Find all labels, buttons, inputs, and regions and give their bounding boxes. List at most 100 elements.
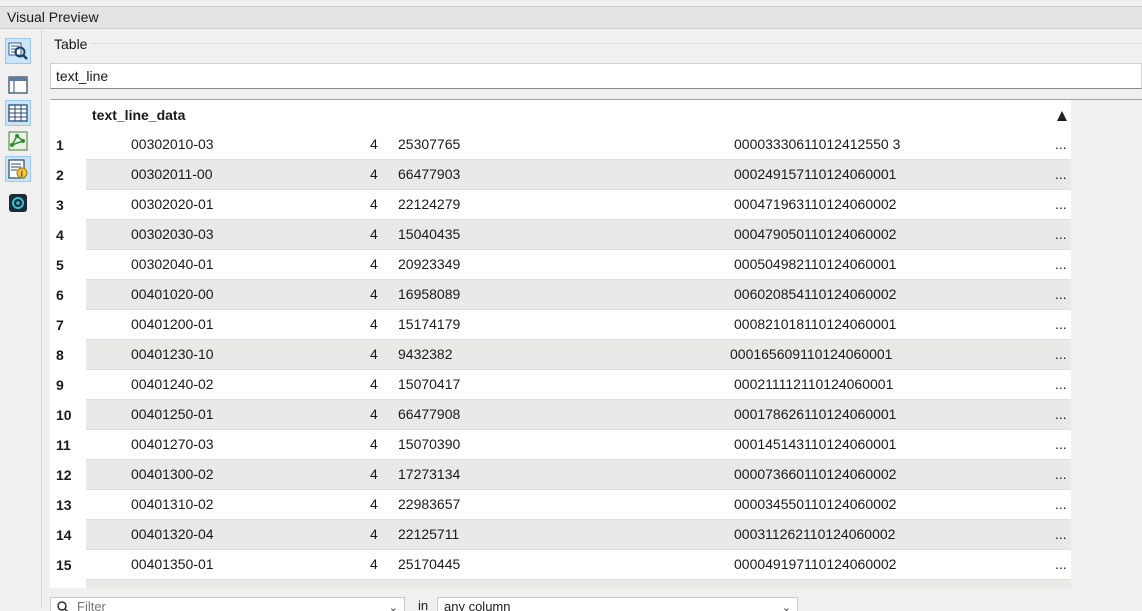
- expand-more-button[interactable]: ...: [1055, 340, 1067, 369]
- cell-id: 25170445: [398, 556, 461, 572]
- row-index[interactable]: 11: [50, 430, 86, 460]
- table-row[interactable]: 3 00302020-01 4 22124279 0004719631101240600…: [50, 190, 1071, 220]
- row-cells: 00302040-01 4 20923349 00050498211012406000…: [86, 250, 1071, 280]
- table-row[interactable]: 8 00401230-10 4 9432382 00016560911012406000…: [50, 340, 1071, 370]
- expand-more-button[interactable]: ...: [1055, 190, 1067, 219]
- row-cells: 00401270-03 4 15070390 00014514311012406000…: [86, 430, 1071, 460]
- cell-code: 00401300-02: [131, 466, 214, 482]
- table-row[interactable]: 7 00401200-01 4 15174179 0008210181101240600…: [50, 310, 1071, 340]
- table-row[interactable]: 4 00302030-03 4 15040435 0004790501101240600…: [50, 220, 1071, 250]
- cell-uid: 000471963110124060002: [734, 196, 897, 212]
- cell-uid: 000821018110124060001: [734, 316, 897, 332]
- table-row[interactable]: 5 00302040-01 4 20923349 0005049821101240600…: [50, 250, 1071, 280]
- table-row[interactable]: 6 00401020-00 4 16958089 0060208541101240600…: [50, 280, 1071, 310]
- expand-more-button[interactable]: ...: [1055, 520, 1067, 549]
- row-index[interactable]: 3: [50, 190, 86, 220]
- expand-more-button[interactable]: ...: [1055, 130, 1067, 159]
- sort-ascending-icon[interactable]: [1056, 109, 1068, 127]
- expand-more-button[interactable]: ...: [1055, 160, 1067, 189]
- empty-pane: [1071, 100, 1142, 588]
- expand-more-button[interactable]: ...: [1055, 460, 1067, 489]
- cell-type: 4: [370, 256, 378, 272]
- row-cells: 00401020-00 4 16958089 00602085411012406000…: [86, 280, 1071, 310]
- expand-more-button[interactable]: ...: [1055, 250, 1067, 279]
- search-icon: [56, 600, 70, 611]
- row-cells: 00401200-01 4 15174179 00082101811012406000…: [86, 310, 1071, 340]
- cell-type: 4: [370, 556, 378, 572]
- expand-more-button[interactable]: ...: [1055, 310, 1067, 339]
- table-row[interactable]: 12 00401300-02 4 17273134 000073660110124060…: [50, 460, 1071, 490]
- row-cells: 00401320-04 4 22125711 00031126211012406000…: [86, 520, 1071, 550]
- row-index[interactable]: 12: [50, 460, 86, 490]
- table-row[interactable]: 13 00401310-02 4 22983657 000034550110124060…: [50, 490, 1071, 520]
- table-row[interactable]: 14 00401320-04 4 22125711 000311262110124060…: [50, 520, 1071, 550]
- cell-type: 4: [370, 136, 378, 152]
- cell-type: 4: [370, 406, 378, 422]
- expand-more-button[interactable]: ...: [1055, 220, 1067, 249]
- row-index[interactable]: 13: [50, 490, 86, 520]
- filter-column-select[interactable]: any column ⌄: [437, 597, 798, 611]
- map-view-icon[interactable]: [5, 190, 31, 216]
- row-index[interactable]: 6: [50, 280, 86, 310]
- table-row[interactable]: 9 00401240-02 4 15070417 0002111121101240600…: [50, 370, 1071, 400]
- cell-uid: 000034550110124060002: [734, 496, 897, 512]
- cell-type: 4: [370, 346, 378, 362]
- table-row[interactable]: 11 00401270-03 4 15070390 000145143110124060…: [50, 430, 1071, 460]
- row-index[interactable]: 5: [50, 250, 86, 280]
- row-index[interactable]: 7: [50, 310, 86, 340]
- row-index[interactable]: 14: [50, 520, 86, 550]
- sidebar: i: [0, 30, 42, 608]
- row-cells: 00401350-01 4 25170445 00004919711012406000…: [86, 550, 1071, 580]
- filter-placeholder: Filter: [77, 599, 106, 611]
- expand-more-button[interactable]: ...: [1055, 280, 1067, 309]
- table-row[interactable]: 15 00401350-01 4 25170445 000049197110124060…: [50, 550, 1071, 580]
- cell-code: 00302020-01: [131, 196, 214, 212]
- cell-code: 00401350-01: [131, 556, 214, 572]
- chevron-down-icon[interactable]: ⌄: [389, 599, 398, 611]
- table-row[interactable]: 10 00401250-01 4 66477908 000178626110124060…: [50, 400, 1071, 430]
- table-view-icon[interactable]: [5, 100, 31, 126]
- row-cells: 00401250-01 4 66477908 00017862611012406000…: [86, 400, 1071, 430]
- expand-more-button[interactable]: ...: [1055, 550, 1067, 579]
- row-index[interactable]: 4: [50, 220, 86, 250]
- expand-more-button[interactable]: ...: [1055, 430, 1067, 459]
- cell-uid: 00003330611012412550 3: [734, 136, 901, 152]
- row-index[interactable]: 8: [50, 340, 86, 370]
- cell-type: 4: [370, 226, 378, 242]
- cell-id: 22124279: [398, 196, 461, 212]
- data-table: text_line_data 1 00302010-03 4 25307765 0000…: [50, 99, 1142, 588]
- partial-row: [86, 580, 1071, 588]
- table-row[interactable]: 1 00302010-03 4 25307765 0000333061101241255…: [50, 130, 1071, 160]
- expand-more-button[interactable]: ...: [1055, 370, 1067, 399]
- cell-uid: 000311262110124060002: [734, 526, 896, 542]
- cell-id: 9432382: [398, 346, 453, 362]
- data-preview-icon[interactable]: [5, 38, 31, 64]
- schema-view-icon[interactable]: [5, 72, 31, 98]
- cell-uid: 000178626110124060001: [734, 406, 897, 422]
- row-cells: 00302020-01 4 22124279 00047196311012406000…: [86, 190, 1071, 220]
- tab-table[interactable]: Table: [54, 36, 87, 52]
- cell-code: 00302011-00: [131, 166, 213, 182]
- row-index[interactable]: 1: [50, 130, 86, 160]
- row-index[interactable]: 9: [50, 370, 86, 400]
- cell-id: 16958089: [398, 286, 461, 302]
- expand-more-button[interactable]: ...: [1055, 490, 1067, 519]
- expand-more-button[interactable]: ...: [1055, 400, 1067, 429]
- cell-code: 00302030-03: [131, 226, 214, 242]
- column-header-text-line-data[interactable]: text_line_data: [92, 107, 185, 123]
- cell-id: 22125711: [398, 526, 460, 542]
- graphics-view-icon[interactable]: [5, 128, 31, 154]
- feature-info-icon[interactable]: i: [5, 156, 31, 182]
- cell-code: 00302010-03: [131, 136, 214, 152]
- cell-code: 00401230-10: [131, 346, 214, 362]
- cell-uid: 000049197110124060002: [734, 556, 897, 572]
- chevron-down-icon[interactable]: ⌄: [782, 599, 791, 611]
- row-index[interactable]: 15: [50, 550, 86, 580]
- cell-code: 00401020-00: [131, 286, 214, 302]
- row-index[interactable]: 10: [50, 400, 86, 430]
- dataset-name[interactable]: text_line: [50, 63, 1142, 89]
- filter-input[interactable]: Filter ⌄: [50, 597, 405, 611]
- row-cells: 00401310-02 4 22983657 00003455011012406000…: [86, 490, 1071, 520]
- table-row[interactable]: 2 00302011-00 4 66477903 0002491571101240600…: [50, 160, 1071, 190]
- row-index[interactable]: 2: [50, 160, 86, 190]
